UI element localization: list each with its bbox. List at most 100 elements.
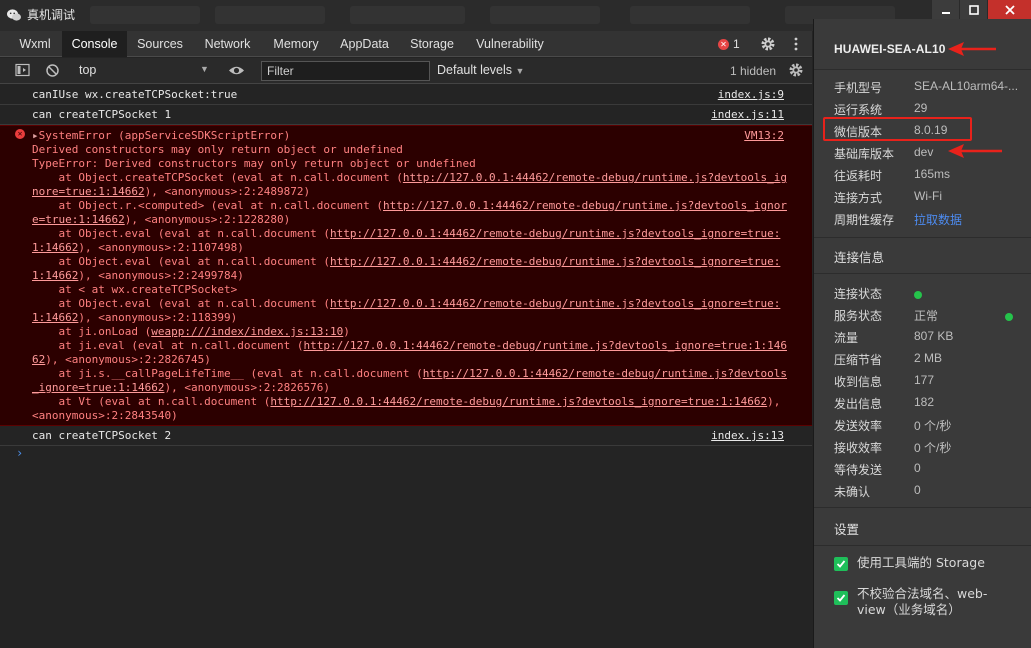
console-log-row: canIUse wx.createTCPSocket:true index.js…	[0, 85, 812, 105]
settings-gear-icon[interactable]	[760, 36, 776, 52]
setting-use-tool-storage[interactable]: 使用工具端的 Storage	[834, 555, 985, 571]
tab-console[interactable]: Console	[62, 31, 127, 57]
wechat-icon	[7, 8, 21, 21]
info-value: 0 个/秒	[914, 419, 952, 433]
stack-frame: at < at wx.createTCPSocket>	[32, 283, 238, 296]
more-options-icon[interactable]	[793, 36, 799, 52]
info-value: 0 个/秒	[914, 441, 952, 455]
stack-link[interactable]: http://127.0.0.1:44462/remote-debug/runt…	[330, 255, 780, 268]
stack-link[interactable]: nore=true:1:14662	[32, 185, 145, 198]
stack-link[interactable]: 1:14662	[32, 311, 78, 324]
divider	[814, 237, 1031, 238]
chevron-down-icon: ▼	[515, 66, 525, 76]
error-indicator[interactable]: ✕ 1	[718, 37, 740, 51]
stack-text: at Object.r.<computed> (eval at n.call.d…	[32, 199, 383, 212]
stack-text: at Object.createTCPSocket (eval at n.cal…	[32, 171, 403, 184]
stack-link[interactable]: http://127.0.0.1:44462/remote-debug/runt…	[304, 339, 787, 352]
device-info-panel: HUAWEI-SEA-AL10 手机型号 SEA-AL10arm64-... 运行…	[813, 19, 1031, 648]
stack-link[interactable]: _ignore=true:1:14662	[32, 381, 164, 394]
tab-memory[interactable]: Memory	[262, 31, 330, 57]
divider	[814, 69, 1031, 70]
annotation-arrow-icon	[948, 144, 1002, 158]
stack-text: at Object.eval (eval at n.call.document …	[32, 297, 331, 310]
blurred-window-tab	[490, 6, 600, 24]
info-value: Wi-Fi	[914, 189, 942, 203]
stack-frame: 1:14662), <anonymous>:2:1107498)	[32, 241, 244, 255]
tab-wxml[interactable]: Wxml	[8, 31, 62, 57]
minimize-button[interactable]	[931, 0, 959, 19]
info-value: SEA-AL10arm64-...	[914, 79, 1019, 93]
source-link[interactable]: index.js:11	[711, 108, 784, 122]
close-icon	[1004, 4, 1015, 15]
toggle-sidebar-icon[interactable]	[15, 63, 31, 78]
divider	[814, 273, 1031, 274]
stack-frame: nore=true:1:14662), <anonymous>:2:248987…	[32, 185, 310, 199]
source-link[interactable]: index.js:13	[711, 429, 784, 443]
log-levels-label: Default levels	[437, 63, 513, 77]
stack-link[interactable]: weapp:///index/index.js:13:10	[151, 325, 343, 338]
console-prompt[interactable]: ›	[16, 446, 23, 460]
error-header[interactable]: ▸SystemError (appServiceSDKScriptError)	[32, 129, 290, 143]
stack-text: ), <anonymous>:2:2499784)	[78, 269, 244, 282]
console-settings-gear-icon[interactable]	[788, 62, 804, 78]
blurred-window-tab	[630, 6, 750, 24]
stack-text: ),	[767, 395, 781, 408]
stack-link[interactable]: http://127.0.0.1:44462/remote-debug/runt…	[270, 395, 767, 408]
info-value: 0	[914, 483, 921, 497]
stack-link[interactable]: http://127.0.0.1:44462/remote-debug/runt…	[330, 297, 780, 310]
source-link[interactable]: index.js:9	[718, 88, 784, 102]
device-name: HUAWEI-SEA-AL10	[834, 42, 946, 56]
stack-link[interactable]: http://127.0.0.1:44462/remote-debug/runt…	[383, 199, 787, 212]
setting-label: 使用工具端的 Storage	[857, 555, 985, 570]
stack-link[interactable]: http://127.0.0.1:44462/remote-debug/runt…	[330, 227, 780, 240]
connection-section-title: 连接信息	[834, 250, 885, 265]
stack-frame: at ji.eval (eval at n.call.document (htt…	[32, 339, 787, 353]
info-value: 177	[914, 373, 935, 387]
stack-text: ), <anonymous>:2:2826745)	[45, 353, 211, 366]
error-header-text: SystemError (appServiceSDKScriptError)	[38, 129, 291, 142]
error-line: TypeError: Derived constructors may only…	[32, 157, 476, 170]
stack-link[interactable]: 1:14662	[32, 241, 78, 254]
maximize-button[interactable]	[959, 0, 987, 19]
chevron-down-icon[interactable]: ▼	[200, 64, 209, 74]
stack-link[interactable]: e=true:1:14662	[32, 213, 125, 226]
setting-skip-domain-check[interactable]: 不校验合法域名、web-view（业务域名）	[834, 586, 987, 618]
divider	[814, 507, 1031, 508]
checkbox-checked[interactable]	[834, 557, 848, 571]
stack-link[interactable]: 62	[32, 353, 45, 366]
blurred-window-tab	[350, 6, 465, 24]
console-error-row: ✕ VM13:2 ▸SystemError (appServiceSDKScri…	[0, 125, 812, 426]
log-levels-dropdown[interactable]: Default levels ▼	[437, 63, 524, 77]
fetch-data-link[interactable]: 拉取数据	[914, 211, 962, 228]
title-group: 真机调试	[6, 6, 75, 23]
console-toolbar: top ▼ Default levels ▼ 1 hidden	[0, 58, 812, 84]
eye-icon[interactable]	[228, 63, 245, 78]
filter-input[interactable]	[261, 61, 430, 81]
tab-sources[interactable]: Sources	[127, 31, 193, 57]
stack-frame: 62), <anonymous>:2:2826745)	[32, 353, 211, 367]
info-value: 182	[914, 395, 935, 409]
clear-console-icon[interactable]	[45, 63, 60, 78]
checkbox-checked[interactable]	[834, 591, 848, 605]
stack-link[interactable]: http://127.0.0.1:44462/remote-debug/runt…	[403, 171, 787, 184]
tab-appdata[interactable]: AppData	[330, 31, 399, 57]
info-value: dev	[914, 145, 934, 159]
info-value: 807 KB	[914, 329, 954, 343]
stack-text: at Object.eval (eval at n.call.document …	[32, 255, 331, 268]
log-message: can createTCPSocket 2	[32, 429, 172, 442]
tab-vulnerability[interactable]: Vulnerability	[465, 31, 555, 57]
source-link[interactable]: VM13:2	[744, 129, 784, 143]
close-button[interactable]	[987, 0, 1031, 19]
info-key: 接收效率	[834, 441, 883, 455]
error-count: 1	[733, 37, 740, 51]
stack-text: ), <anonymous>:2:118399)	[78, 311, 238, 324]
stack-text: at ji.onLoad (	[32, 325, 152, 338]
tab-storage[interactable]: Storage	[399, 31, 465, 57]
stack-link[interactable]: 1:14662	[32, 269, 78, 282]
stack-link[interactable]: http://127.0.0.1:44462/remote-debug/runt…	[423, 367, 787, 380]
info-value: 165ms	[914, 167, 951, 181]
log-message: canIUse wx.createTCPSocket:true	[32, 88, 238, 101]
context-selector[interactable]: top	[79, 63, 96, 77]
stack-frame: <anonymous>:2:2843540)	[32, 409, 178, 422]
tab-network[interactable]: Network	[193, 31, 262, 57]
